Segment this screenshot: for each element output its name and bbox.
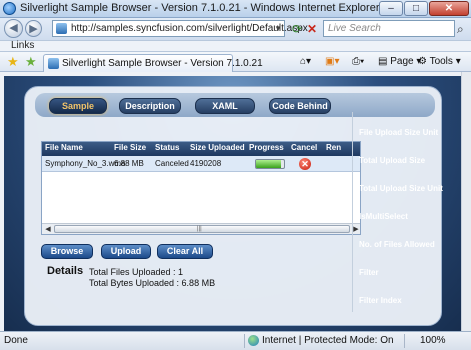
properties-panel: File Upload Size Unit Total Upload Size … [352, 112, 443, 312]
home-icon[interactable]: ⌂▾ [300, 56, 311, 68]
url-text: http://samples.syncfusion.com/silverligh… [71, 23, 308, 34]
tab-label: Silverlight Sample Browser - Version 7.1… [62, 58, 263, 69]
col-size-uploaded[interactable]: Size Uploaded [190, 143, 245, 152]
grid-header: File Name File Size Status Size Uploaded… [42, 142, 360, 156]
search-icon[interactable]: ⌕ [457, 22, 464, 37]
favorites-star-icon[interactable]: ★ [7, 55, 19, 69]
col-status[interactable]: Status [155, 143, 179, 152]
page-icon: ▤ [378, 56, 391, 67]
back-arrow-icon: ◀ [9, 22, 18, 34]
ie-logo-icon [3, 2, 16, 15]
table-row[interactable]: Symphony_No_3.wma 6.88 MB Canceled 41902… [42, 156, 360, 172]
tab-code-behind[interactable]: Code Behind [269, 98, 331, 114]
page-menu[interactable]: ▤ Page ▾ [378, 56, 421, 68]
clear-all-button[interactable]: Clear All [157, 244, 213, 259]
status-divider [404, 334, 405, 348]
command-bar: ★ ★ Silverlight Sample Browser - Version… [0, 52, 471, 72]
page-menu-label: Page [390, 56, 414, 67]
links-label[interactable]: Links [11, 40, 34, 51]
status-text: Done [4, 335, 28, 346]
links-bar: Links [0, 40, 471, 52]
title-bar: Silverlight Sample Browser - Version 7.1… [0, 0, 471, 18]
page-icon [56, 23, 67, 34]
upload-button[interactable]: Upload [101, 244, 151, 259]
cell-status: Canceled [155, 159, 189, 168]
close-button[interactable]: ✕ [429, 1, 469, 16]
prop-filter[interactable]: Filter [359, 268, 379, 277]
scroll-grip-icon: ||| [197, 226, 202, 232]
feeds-icon[interactable]: ▣▾ [325, 56, 339, 68]
forward-button[interactable]: ▶ [25, 20, 42, 37]
refresh-icon[interactable]: ⟳ [290, 22, 304, 36]
grid-horizontal-scrollbar[interactable]: ◀ ||| ▶ [42, 223, 360, 234]
prop-total-upload-size-unit[interactable]: Total Upload Size Unit [359, 184, 443, 193]
cell-file-size: 6.88 MB [114, 159, 144, 168]
col-cancel[interactable]: Cancel [291, 143, 317, 152]
total-bytes-uploaded: Total Bytes Uploaded : 6.88 MB [89, 278, 216, 288]
details-title: Details [47, 265, 84, 277]
scroll-thumb[interactable]: ||| [54, 225, 350, 233]
tab-description[interactable]: Description [119, 98, 181, 114]
page-vertical-scrollbar[interactable] [461, 72, 471, 331]
col-ren[interactable]: Ren [326, 143, 341, 152]
zoom-level[interactable]: 100% [420, 335, 446, 346]
prop-no-of-files-allowed[interactable]: No. of Files Allowed [359, 240, 435, 249]
stop-icon[interactable]: ✕ [305, 22, 319, 36]
maximize-button[interactable]: □ [404, 1, 428, 16]
tab-xaml[interactable]: XAML [195, 98, 255, 114]
back-button[interactable]: ◀ [4, 19, 23, 38]
gear-icon: ⚙ [418, 56, 430, 67]
silverlight-stage: Sample Description XAML Code Behind File… [4, 76, 461, 331]
print-icon[interactable]: ⎙▾ [352, 56, 364, 68]
security-zone[interactable]: Internet | Protected Mode: On [262, 335, 394, 346]
search-input[interactable]: Live Search [323, 20, 455, 37]
cell-size-uploaded: 4190208 [190, 159, 222, 168]
url-dropdown-icon[interactable]: ▼ [274, 21, 282, 36]
progress-fill [256, 160, 282, 168]
browser-tab[interactable]: Silverlight Sample Browser - Version 7.1… [43, 54, 263, 72]
upload-grid: File Name File Size Status Size Uploaded… [41, 141, 361, 235]
url-field[interactable]: http://samples.syncfusion.com/silverligh… [52, 20, 308, 37]
minimize-button[interactable]: – [379, 1, 403, 16]
forward-arrow-icon: ▶ [29, 23, 38, 35]
internet-zone-icon [248, 335, 259, 346]
tools-menu-label: Tools [429, 56, 453, 67]
window-controls: – □ ✕ [379, 1, 469, 16]
prop-file-upload-size-unit[interactable]: File Upload Size Unit [359, 128, 438, 137]
total-files-uploaded: Total Files Uploaded : 1 [89, 267, 184, 277]
prop-filter-index[interactable]: Filter Index [359, 296, 402, 305]
status-divider [244, 334, 245, 348]
prop-ismultiselect[interactable]: IsMultiSelect [359, 212, 408, 221]
add-favorites-icon[interactable]: ★ [25, 55, 37, 69]
window-title: Silverlight Sample Browser - Version 7.1… [20, 2, 380, 14]
tab-page-icon [48, 58, 59, 69]
tab-sample[interactable]: Sample [49, 98, 107, 114]
cancel-x-icon[interactable]: ✕ [299, 158, 311, 170]
prop-total-upload-size[interactable]: Total Upload Size [359, 156, 425, 165]
address-bar: ◀ ▶ http://samples.syncfusion.com/silver… [0, 18, 471, 40]
scroll-left-icon[interactable]: ◀ [43, 225, 53, 234]
status-bar: Done Internet | Protected Mode: On 100% [0, 331, 471, 350]
browse-button[interactable]: Browse [41, 244, 93, 259]
col-file-name[interactable]: File Name [45, 143, 83, 152]
col-file-size[interactable]: File Size [114, 143, 146, 152]
page-content: Sample Description XAML Code Behind File… [0, 72, 471, 331]
col-progress[interactable]: Progress [249, 143, 284, 152]
tools-menu[interactable]: ⚙ Tools ▾ [418, 56, 461, 68]
search-placeholder: Live Search [328, 23, 381, 34]
upload-progress-bar [255, 159, 285, 169]
